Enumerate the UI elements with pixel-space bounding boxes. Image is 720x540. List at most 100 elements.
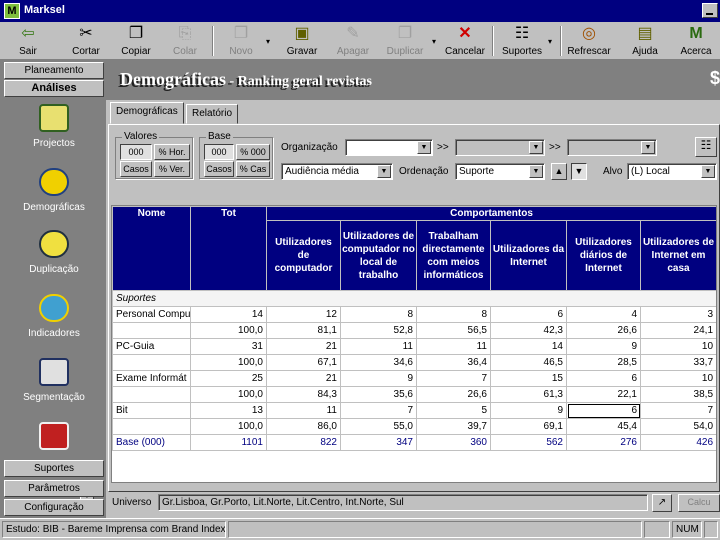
toolbar-separator	[560, 26, 562, 56]
organizacao-select-3[interactable]: ▼	[567, 139, 657, 156]
table-group-row: Suportes	[112, 290, 716, 307]
valores-ver-button[interactable]: % Ver.	[154, 161, 190, 177]
col-header[interactable]: Utilizadores diários de Internet	[566, 220, 641, 291]
table-row[interactable]: 100,0 67,1 34,6 36,4 46,5 28,5 33,7	[112, 354, 716, 371]
exit-button[interactable]: ⇦ Sair	[4, 22, 52, 60]
status-empty-2	[644, 521, 670, 538]
table-row[interactable]: PC-Guia 31 21 11 11 14 9 10	[112, 338, 716, 355]
base-group: Base 000 % 000 Casos % Cas	[199, 131, 273, 179]
calculate-button[interactable]: Calcu	[678, 494, 720, 512]
group-label: Suportes	[112, 290, 716, 307]
table-row[interactable]: 100,0 84,3 35,6 26,6 61,3 22,1 38,5	[112, 386, 716, 403]
chevron-down-icon[interactable]: ▼	[529, 165, 543, 178]
alvo-select[interactable]: (L) Local ▼	[627, 163, 717, 180]
new-button[interactable]: ❐ Novo ▾	[218, 22, 270, 60]
app-window: M Marksel ⇦ Sair ✂ Cortar ❐ Copiar ⎘ Col…	[0, 0, 720, 540]
banner-suffix: $	[710, 68, 720, 88]
col-header[interactable]: Utilizadores da Internet	[490, 220, 567, 291]
about-button[interactable]: M Acerca	[674, 22, 718, 60]
data-grid[interactable]: Nome Tot Comportamentos Utilizadores de …	[111, 205, 717, 483]
sidebar-header-planeamento[interactable]: Planeamento	[4, 62, 104, 79]
universo-bar: Universo Gr.Lisboa, Gr.Porto, Lit.Norte,…	[108, 492, 720, 514]
tab-relatorio[interactable]: Relatório	[186, 104, 239, 124]
refresh-button[interactable]: ◎ Refrescar	[564, 22, 614, 60]
dropdown-arrow-icon[interactable]: ▾	[548, 37, 552, 46]
base-000-button[interactable]: 000	[204, 144, 234, 160]
sidebar-item-demograficas[interactable]: Demográficas	[4, 168, 104, 213]
sort-down-button[interactable]: ▼	[571, 163, 587, 180]
organizacao-select[interactable]: ▼	[345, 139, 433, 156]
triangle-down-icon: ▼	[574, 166, 584, 176]
chevron-down-icon[interactable]: ▼	[377, 165, 391, 178]
table-base-row[interactable]: Base (000) 1101 822 347 360 562 276 426	[112, 434, 716, 451]
sort-up-button[interactable]: ▲	[551, 163, 567, 180]
save-button[interactable]: ▣ Gravar	[280, 22, 324, 60]
sidebar-header-analises[interactable]: Análises	[4, 80, 104, 97]
table-row[interactable]: Exame Informát 25 21 9 7 15 6 10	[112, 370, 716, 387]
universo-edit-button[interactable]: ↗	[652, 494, 672, 512]
title-bar[interactable]: M Marksel	[0, 0, 720, 22]
base-casos-button[interactable]: Casos	[204, 161, 234, 177]
about-icon: M	[689, 25, 703, 42]
dropdown-arrow-icon[interactable]: ▾	[432, 37, 436, 46]
base-cas-button[interactable]: % Cas	[236, 161, 270, 177]
sidebar-header-configuracao[interactable]: Configuração	[4, 499, 104, 516]
ordenacao-label: Ordenação	[399, 166, 449, 177]
export-button[interactable]: ☷	[695, 137, 717, 157]
tools-icon	[39, 422, 69, 450]
table-row[interactable]: 100,0 81,1 52,8 56,5 42,3 26,6 24,1	[112, 322, 716, 339]
valores-000-button[interactable]: 000	[120, 144, 152, 160]
tab-demograficas[interactable]: Demográficas	[110, 102, 184, 124]
sidebar-item-duplicacao[interactable]: Duplicação	[4, 230, 104, 275]
selected-cell[interactable]: 6	[566, 402, 641, 419]
media-button[interactable]: ☷ Suportes ▾	[498, 22, 552, 60]
col-header[interactable]: Utilizadores de Internet em casa	[639, 220, 716, 291]
chevron-down-icon[interactable]: ▼	[701, 165, 715, 178]
table-row[interactable]: Personal Compu 14 12 8 8 6 4 3	[112, 306, 716, 323]
dropdown-arrow-icon[interactable]: ▾	[266, 37, 270, 46]
paste-button[interactable]: ⎘ Colar	[164, 22, 206, 60]
sidebar-item-indicadores[interactable]: Indicadores	[4, 294, 104, 339]
valores-group: Valores 000 % Hor. Casos % Ver.	[115, 131, 193, 179]
new-icon: ❐	[233, 25, 249, 42]
valores-casos-button[interactable]: Casos	[120, 161, 152, 177]
ordenacao-select[interactable]: Suporte ▼	[455, 163, 545, 180]
minimize-button[interactable]	[702, 3, 718, 18]
erase-button[interactable]: ✎ Apagar	[330, 22, 376, 60]
col-group-header: Comportamentos	[265, 206, 716, 221]
cut-button[interactable]: ✂ Cortar	[60, 22, 112, 60]
save-icon: ▣	[294, 25, 310, 42]
sidebar-item-more[interactable]	[4, 422, 104, 456]
col-header-nome[interactable]: Nome	[112, 206, 191, 291]
sidebar-header-suportes[interactable]: Suportes	[4, 460, 104, 477]
sidebar-item-segmentacao[interactable]: Segmentação	[4, 358, 104, 403]
sidebar-header-parametros[interactable]: Parâmetros	[4, 480, 104, 497]
base-pct000-button[interactable]: % 000	[236, 144, 270, 160]
chevron-down-icon[interactable]: ▼	[641, 141, 655, 154]
universo-field[interactable]: Gr.Lisboa, Gr.Porto, Lit.Norte, Lit.Cent…	[158, 494, 648, 511]
results-table: Nome Tot Comportamentos Utilizadores de …	[112, 206, 716, 451]
export-icon: ☷	[700, 138, 712, 152]
table-row[interactable]: 100,0 86,0 55,0 39,7 69,1 45,4 54,0	[112, 418, 716, 435]
valores-hor-button[interactable]: % Hor.	[154, 144, 190, 160]
help-button[interactable]: ▤ Ajuda	[624, 22, 666, 60]
cancel-button[interactable]: ✕ Cancelar	[442, 22, 488, 60]
table-row[interactable]: Bit 13 11 7 5 9 6 7	[112, 402, 716, 419]
triangle-up-icon: ▲	[554, 166, 564, 176]
chevron-down-icon[interactable]: ▼	[417, 141, 431, 154]
resize-grip[interactable]	[704, 521, 718, 538]
duplicate-button[interactable]: ❐ Duplicar ▾	[380, 22, 436, 60]
col-header-tot[interactable]: Tot	[190, 206, 267, 291]
col-header[interactable]: Trabalham directamente com meios informá…	[416, 220, 491, 291]
duplicate-icon: ❐	[397, 25, 413, 42]
copy-button[interactable]: ❐ Copiar	[114, 22, 158, 60]
organizacao-select-2[interactable]: ▼	[455, 139, 545, 156]
col-header[interactable]: Utilizadores de computador no local de t…	[340, 220, 417, 291]
organizacao-label: Organização	[281, 142, 338, 153]
col-header[interactable]: Utilizadores de computador	[266, 220, 341, 291]
universo-label: Universo	[112, 497, 152, 508]
audiencia-select[interactable]: Audiência média ▼	[281, 163, 393, 180]
media-icon: ☷	[514, 25, 530, 42]
sidebar-item-projectos[interactable]: Projectos	[4, 104, 104, 149]
chevron-down-icon[interactable]: ▼	[529, 141, 543, 154]
